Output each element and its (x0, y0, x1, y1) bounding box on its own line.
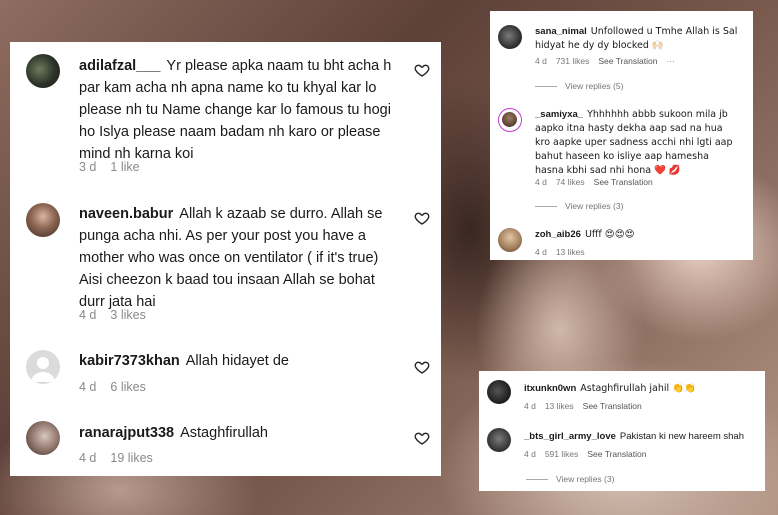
comment-text: Pakistan ki new hareem shah (619, 431, 744, 442)
comment-body: _samiyxa_ Yhhhhhh abbb sukoon mila jb aap… (535, 108, 740, 178)
comment-likes[interactable]: 6 likes (110, 380, 145, 394)
comment-body: adilafzal___ Yr please apka naam tu bht a… (79, 55, 399, 165)
view-replies-button[interactable]: View replies (3) (535, 201, 623, 211)
view-replies-button[interactable]: View replies (3) (526, 474, 614, 484)
comment-body: zoh_aib26 Ufff 😍😍😍 (535, 228, 740, 242)
avatar[interactable] (487, 380, 511, 404)
comment-meta: 4 d 6 likes (79, 380, 160, 394)
heart-outline-icon[interactable] (414, 430, 430, 446)
comment-body: naveen.babur Allah k azaab se durro. Alla… (79, 203, 399, 313)
avatar[interactable] (498, 108, 522, 132)
comment-likes[interactable]: 19 likes (110, 451, 152, 465)
person-icon[interactable] (26, 350, 60, 384)
comment-time: 4 d (535, 56, 547, 66)
comment-text: Ufff 😍😍😍 (584, 229, 635, 240)
view-replies-label: View replies (3) (565, 201, 624, 211)
comment-time: 4 d (535, 177, 547, 187)
comment-likes[interactable]: 591 likes (545, 449, 579, 459)
comment-text: Astaghfirullah jahil 👏👏 (580, 383, 696, 394)
heart-outline-icon[interactable] (414, 359, 430, 375)
comment-time: 4 d (535, 247, 547, 257)
avatar[interactable] (498, 25, 522, 49)
comment-time: 3 d (79, 160, 97, 174)
comments-panel-top-right: sana_nimal Unfollowed u Tmhe Allah is Sal… (490, 11, 753, 260)
comment-body: kabir7373khan Allah hidayet de (79, 350, 399, 372)
more-options-icon[interactable]: ··· (666, 56, 675, 66)
avatar[interactable] (26, 421, 60, 455)
avatar[interactable] (26, 54, 60, 88)
comment-time: 4 d (79, 380, 97, 394)
comment-text: Allah hidayet de (185, 353, 289, 369)
comment-body: _bts_girl_army_love Pakistan ki new haree… (524, 430, 759, 444)
avatar[interactable] (26, 203, 60, 237)
view-replies-label: View replies (3) (556, 474, 615, 484)
comment-username[interactable]: ranarajput338 (79, 425, 174, 441)
comment-likes[interactable]: 74 likes (556, 177, 585, 187)
comment-text: Astaghfirullah (180, 425, 268, 441)
comment-username[interactable]: itxunkn0wn (524, 383, 576, 394)
comment-meta: 4 d 19 likes (79, 451, 167, 465)
divider-line (535, 86, 557, 88)
avatar[interactable] (487, 428, 511, 452)
comment-username[interactable]: _samiyxa_ (535, 109, 583, 120)
see-translation-link[interactable]: See Translation (598, 56, 657, 66)
comment-meta: 4 d 731 likes See Translation ··· (535, 56, 684, 66)
comment-username[interactable]: kabir7373khan (79, 353, 180, 369)
comment-username[interactable]: sana_nimal (535, 26, 587, 37)
comment-meta: 4 d 13 likes (535, 247, 594, 257)
comment-username[interactable]: _bts_girl_army_love (524, 431, 616, 442)
comment-likes[interactable]: 731 likes (556, 56, 590, 66)
heart-outline-icon[interactable] (414, 210, 430, 226)
comment-time: 4 d (79, 451, 97, 465)
view-replies-button[interactable]: View replies (5) (535, 81, 623, 91)
divider-line (526, 479, 548, 481)
comment-username[interactable]: adilafzal___ (79, 58, 160, 74)
comment-username[interactable]: naveen.babur (79, 206, 173, 222)
comment-likes[interactable]: 13 likes (545, 401, 574, 411)
comment-body: ranarajput338 Astaghfirullah (79, 422, 399, 444)
see-translation-link[interactable]: See Translation (587, 449, 646, 459)
comment-time: 4 d (79, 308, 97, 322)
comments-panel-bottom-right: itxunkn0wn Astaghfirullah jahil 👏👏 4 d 13 … (479, 371, 765, 491)
comment-time: 4 d (524, 401, 536, 411)
view-replies-label: View replies (5) (565, 81, 624, 91)
see-translation-link[interactable]: See Translation (594, 177, 653, 187)
comments-panel-left: adilafzal___ Yr please apka naam tu bht a… (10, 42, 441, 476)
divider-line (535, 206, 557, 208)
comment-meta: 4 d 13 likes See Translation (524, 401, 651, 411)
comment-likes[interactable]: 3 likes (110, 308, 145, 322)
comment-meta: 3 d 1 like (79, 160, 154, 174)
comment-time: 4 d (524, 449, 536, 459)
avatar[interactable] (498, 228, 522, 252)
comment-meta: 4 d 74 likes See Translation (535, 177, 662, 187)
comment-username[interactable]: zoh_aib26 (535, 229, 581, 240)
heart-outline-icon[interactable] (414, 62, 430, 78)
comment-likes[interactable]: 1 like (110, 160, 139, 174)
see-translation-link[interactable]: See Translation (583, 401, 642, 411)
comment-body: itxunkn0wn Astaghfirullah jahil 👏👏 (524, 382, 754, 396)
comment-meta: 4 d 591 likes See Translation (524, 449, 655, 459)
comment-likes[interactable]: 13 likes (556, 247, 585, 257)
comment-body: sana_nimal Unfollowed u Tmhe Allah is Sal… (535, 25, 740, 53)
comment-meta: 4 d 3 likes (79, 308, 160, 322)
